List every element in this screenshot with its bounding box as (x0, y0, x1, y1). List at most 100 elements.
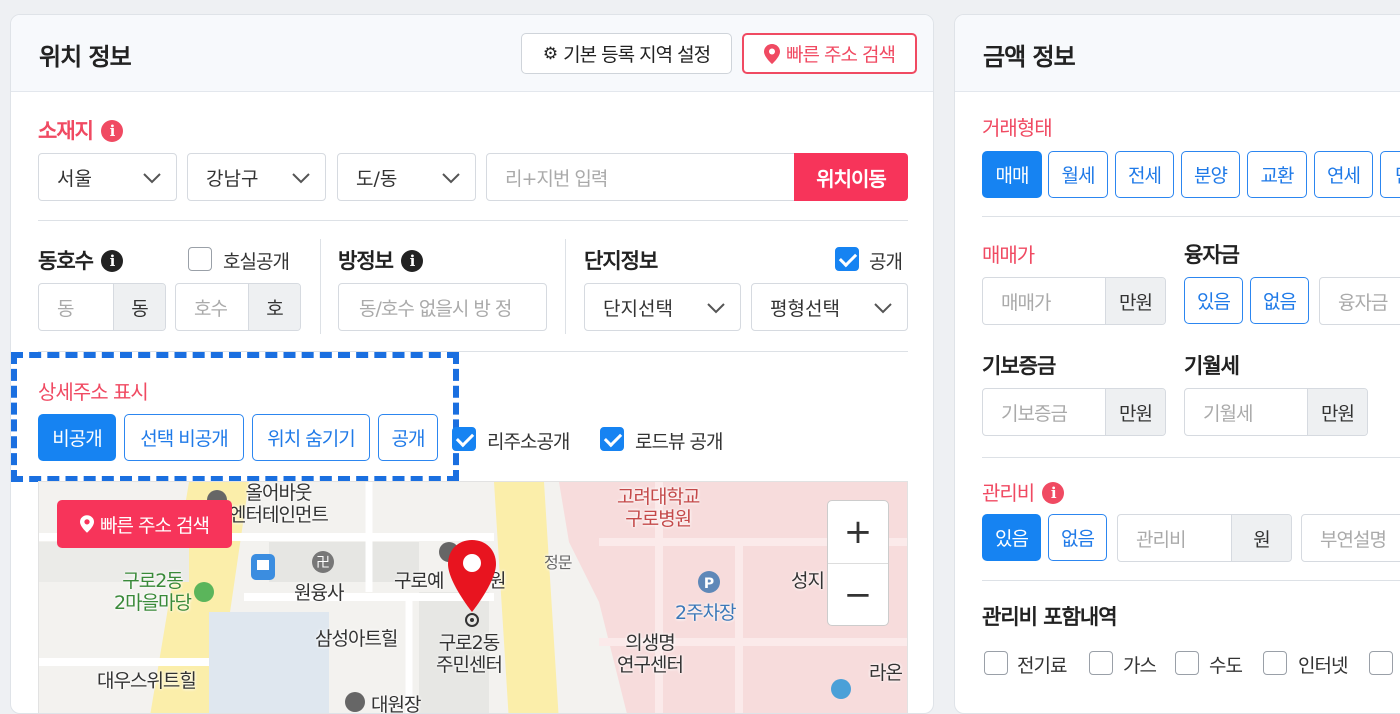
ri-address-public-label: 리주소공개 (487, 431, 570, 453)
detail-option-partial-private[interactable]: 선택 비공개 (124, 414, 244, 461)
deal-type-more[interactable]: 단 (1380, 151, 1400, 198)
included-electricity-label: 전기료 (1017, 655, 1067, 677)
complex-public-checkbox[interactable] (835, 247, 859, 271)
zoom-control: + − (827, 500, 889, 626)
detail-option-hide-location[interactable]: 위치 숨기기 (252, 414, 370, 461)
dong-select[interactable]: 도/동 (337, 153, 476, 201)
deal-type-presale[interactable]: 분양 (1181, 151, 1240, 198)
map-pin-icon (80, 515, 95, 533)
maintenance-yes[interactable]: 있음 (982, 514, 1041, 561)
maintenance-included-label: 관리비 포함내역 (982, 605, 1118, 629)
lot-address-input[interactable]: 리+지번 입력 (486, 153, 796, 201)
maintenance-label: 관리비 i (982, 477, 1065, 506)
zoom-out-button[interactable]: − (828, 564, 888, 626)
price-panel-title: 금액 정보 (983, 43, 1076, 71)
map-label: 라온 (869, 662, 903, 684)
deposit-input[interactable]: 기보증금 만원 (982, 388, 1166, 436)
ho-number-input[interactable]: 호수 호 (175, 283, 301, 331)
info-icon[interactable]: i (1042, 482, 1065, 504)
info-icon[interactable]: i (100, 120, 123, 142)
move-location-button[interactable]: 위치이동 (794, 153, 908, 201)
loan-yes[interactable]: 있음 (1184, 277, 1243, 324)
sale-price-unit: 만원 (1105, 278, 1165, 324)
location-panel: 위치 정보 ⚙ 기본 등록 지역 설정 빠른 주소 검색 소재지 i 서울 강남구… (10, 14, 934, 714)
room-info-input[interactable]: 동/호수 없을시 방 정 (338, 283, 547, 331)
roadview-public-checkbox[interactable] (600, 427, 624, 451)
district-select[interactable]: 강남구 (187, 153, 326, 201)
chevron-down-icon (143, 173, 161, 184)
map-label: 삼성아트힐 (315, 628, 398, 650)
ri-address-public-checkbox[interactable] (452, 427, 476, 451)
gear-icon: ⚙ (542, 43, 558, 64)
chevron-down-icon (442, 173, 460, 184)
included-water-label: 수도 (1209, 655, 1243, 677)
loan-input[interactable]: 융자금 (1319, 277, 1400, 325)
divider (38, 220, 908, 221)
maintenance-note-input[interactable]: 부연설명 (1301, 514, 1400, 562)
deal-type-sale[interactable]: 매매 (982, 151, 1042, 198)
map-label: 2주차장 (675, 602, 737, 624)
room-public-checkbox[interactable] (188, 247, 212, 271)
complex-info-label: 단지정보 (584, 249, 658, 273)
included-gas-label: 가스 (1123, 655, 1157, 677)
complex-select[interactable]: 단지선택 (584, 283, 741, 331)
sale-price-input[interactable]: 매매가 만원 (982, 277, 1166, 325)
map-marker-icon[interactable] (445, 538, 499, 628)
map-label: 정문 (544, 553, 572, 572)
included-electricity-checkbox[interactable] (984, 651, 1008, 675)
divider (982, 216, 1400, 217)
location-panel-title: 위치 정보 (39, 43, 132, 71)
loan-no[interactable]: 없음 (1250, 277, 1309, 324)
map-quick-search-button[interactable]: 빠른 주소 검색 (57, 500, 232, 548)
included-internet-label: 인터넷 (1298, 655, 1348, 677)
included-water-checkbox[interactable] (1175, 651, 1199, 675)
dong-number-input[interactable]: 동 동 (38, 283, 166, 331)
map-label: 올어바웃 엔터테인먼트 (229, 482, 329, 526)
price-panel: 금액 정보 거래형태 매매 월세 전세 분양 교환 연세 단 매매가 매매가 만… (954, 14, 1400, 714)
zoom-in-button[interactable]: + (828, 501, 888, 563)
maintenance-unit: 원 (1231, 515, 1291, 561)
sale-price-label: 매매가 (982, 243, 1035, 267)
chevron-down-icon (292, 173, 310, 184)
quick-address-search-button[interactable]: 빠른 주소 검색 (742, 33, 917, 74)
divider (320, 239, 321, 334)
deposit-unit: 만원 (1105, 389, 1165, 435)
divider (982, 580, 1400, 581)
deal-type-jeonse[interactable]: 전세 (1115, 151, 1174, 198)
unit-number-label: 동호수 i (38, 245, 123, 275)
size-select[interactable]: 평형선택 (751, 283, 908, 331)
dong-unit: 동 (113, 284, 165, 330)
maintenance-input[interactable]: 관리비 원 (1117, 514, 1292, 562)
room-public-label: 호실공개 (223, 251, 290, 273)
map-view[interactable]: 卍 P 올어바웃 엔터테인먼트 고려대학교 구로병원 정문 구로2동 2마을마당… (38, 481, 908, 713)
roadview-public-label: 로드뷰 공개 (635, 431, 723, 453)
deposit-label: 기보증금 (982, 354, 1056, 378)
info-icon[interactable]: i (100, 250, 123, 272)
deal-type-monthly[interactable]: 월세 (1048, 151, 1108, 198)
maintenance-no[interactable]: 없음 (1048, 514, 1107, 561)
detail-option-public[interactable]: 공개 (378, 414, 438, 461)
default-region-button[interactable]: ⚙ 기본 등록 지역 설정 (521, 33, 732, 74)
chevron-down-icon (874, 303, 892, 314)
included-gas-checkbox[interactable] (1089, 651, 1113, 675)
location-panel-header: 위치 정보 ⚙ 기본 등록 지역 설정 빠른 주소 검색 (11, 15, 933, 92)
info-icon[interactable]: i (400, 250, 423, 272)
chevron-down-icon (707, 303, 725, 314)
deal-type-yearly[interactable]: 연세 (1314, 151, 1373, 198)
included-more-checkbox[interactable] (1369, 651, 1393, 675)
svg-text:卍: 卍 (316, 555, 330, 571)
svg-text:P: P (704, 576, 714, 592)
map-label: 원융사 (294, 582, 344, 604)
map-label: 의생명 연구센터 (617, 632, 684, 676)
deal-type-exchange[interactable]: 교환 (1247, 151, 1307, 198)
monthly-rent-label: 기월세 (1184, 354, 1240, 378)
deal-type-label: 거래형태 (982, 116, 1053, 140)
detail-option-private[interactable]: 비공개 (38, 414, 116, 461)
included-internet-checkbox[interactable] (1263, 651, 1287, 675)
map-pin-icon (764, 43, 781, 64)
map-label: 대우스위트힐 (97, 670, 197, 692)
monthly-rent-input[interactable]: 기월세 만원 (1184, 388, 1368, 436)
city-select[interactable]: 서울 (38, 153, 177, 201)
location-label: 소재지 i (38, 115, 123, 145)
map-label: 구로예 (394, 570, 444, 592)
